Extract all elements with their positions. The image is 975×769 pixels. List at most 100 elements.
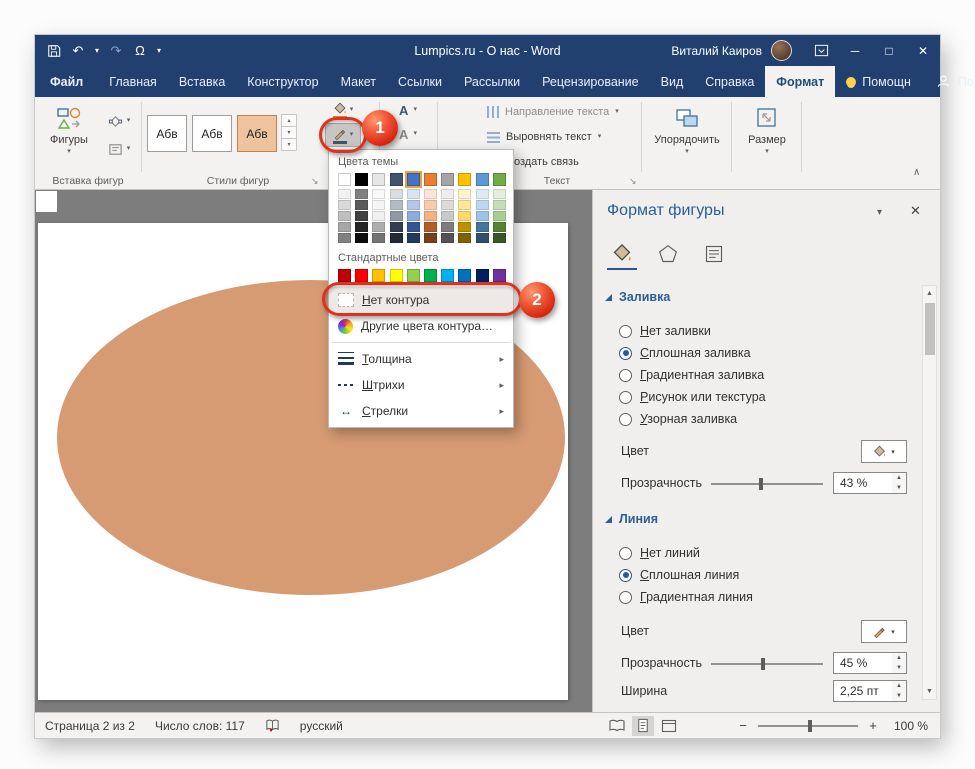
zoom-slider[interactable]: [758, 719, 858, 732]
shade-swatch[interactable]: [338, 222, 351, 232]
slider-thumb[interactable]: [761, 658, 766, 670]
scroll-up-icon[interactable]: ▲: [923, 286, 936, 301]
line-option[interactable]: Нет линий: [619, 542, 753, 564]
shade-swatch[interactable]: [458, 211, 472, 221]
redo-icon[interactable]: ↷: [105, 39, 127, 63]
ribbon-tab[interactable]: Конструктор: [236, 66, 329, 97]
theme-color-swatch[interactable]: [406, 173, 420, 186]
line-option[interactable]: Сплошная линия: [619, 564, 753, 586]
standard-color-swatch[interactable]: [492, 269, 506, 282]
word-count[interactable]: Число слов: 117: [155, 719, 245, 733]
spin-up-icon[interactable]: ▲: [892, 473, 906, 483]
shade-swatch[interactable]: [355, 211, 369, 221]
shade-swatch[interactable]: [492, 233, 506, 243]
menu-item-arrows[interactable]: ↔ Стрелки ▸: [329, 398, 513, 424]
shade-swatch[interactable]: [372, 200, 386, 210]
scroll-down-icon[interactable]: ▼: [923, 684, 936, 699]
tab-assistant[interactable]: Помощн: [835, 66, 922, 97]
shade-swatch[interactable]: [372, 211, 386, 221]
arrange-button[interactable]: Упорядочить ▾: [649, 100, 725, 174]
proofing-icon[interactable]: [265, 718, 280, 733]
panel-tab-effects[interactable]: [653, 238, 683, 270]
shade-swatch[interactable]: [475, 211, 489, 221]
panel-close-icon[interactable]: ✕: [910, 203, 921, 219]
theme-color-swatch[interactable]: [389, 173, 403, 186]
shade-swatch[interactable]: [406, 200, 420, 210]
shade-swatch[interactable]: [338, 233, 351, 243]
shade-swatch[interactable]: [338, 211, 351, 221]
line-transparency-spinner[interactable]: ▲ ▼: [892, 652, 907, 674]
shade-swatch[interactable]: [458, 189, 472, 199]
line-transparency-slider[interactable]: [711, 658, 823, 670]
omega-symbol-icon[interactable]: Ω: [129, 39, 151, 63]
ribbon-tab[interactable]: Вставка: [168, 66, 236, 97]
line-transparency-input[interactable]: 45 %: [833, 652, 893, 674]
shade-swatch[interactable]: [458, 233, 472, 243]
collapse-ribbon-icon[interactable]: ∧: [913, 167, 920, 178]
user-avatar[interactable]: [771, 40, 792, 61]
shade-swatch[interactable]: [475, 189, 489, 199]
shade-swatch[interactable]: [406, 211, 420, 221]
size-button[interactable]: Размер ▾: [739, 100, 795, 174]
ribbon-tab[interactable]: Макет: [330, 66, 387, 97]
shade-swatch[interactable]: [406, 233, 420, 243]
scrollbar-thumb[interactable]: [924, 303, 935, 355]
standard-color-swatch[interactable]: [441, 269, 455, 282]
text-box-button[interactable]: ▾: [99, 137, 139, 161]
read-mode-icon[interactable]: [606, 716, 628, 736]
shade-swatch[interactable]: [406, 189, 420, 199]
undo-icon[interactable]: ↶: [67, 39, 89, 63]
text-group-item[interactable]: Выровнять текст ▾: [487, 127, 647, 147]
shapes-button[interactable]: Фигуры ▾: [41, 100, 97, 174]
panel-tab-layout[interactable]: [699, 238, 729, 270]
dialog-launcher-icon[interactable]: ↘: [629, 176, 637, 187]
line-option[interactable]: Градиентная линия: [619, 586, 753, 608]
shade-swatch[interactable]: [441, 233, 455, 243]
standard-color-swatch[interactable]: [475, 269, 489, 282]
fill-option[interactable]: Сплошная заливка: [619, 342, 766, 364]
print-layout-icon[interactable]: [632, 715, 654, 736]
shape-style-preview[interactable]: Абв: [147, 115, 187, 152]
language-indicator[interactable]: русский: [300, 719, 343, 733]
shade-swatch[interactable]: [423, 211, 437, 221]
shade-swatch[interactable]: [372, 222, 386, 232]
panel-tab-fill-line[interactable]: [607, 238, 637, 270]
shade-swatch[interactable]: [475, 233, 489, 243]
fill-color-button[interactable]: ▾: [861, 440, 907, 463]
shade-swatch[interactable]: [389, 233, 403, 243]
close-button[interactable]: ✕: [906, 35, 940, 66]
line-color-button[interactable]: ▾: [861, 620, 907, 643]
shade-swatch[interactable]: [389, 200, 403, 210]
menu-item-dashes[interactable]: Штрихи ▸: [329, 372, 513, 398]
zoom-in-icon[interactable]: +: [867, 718, 879, 733]
undo-caret-icon[interactable]: ▾: [91, 39, 103, 63]
fill-option[interactable]: Рисунок или текстура: [619, 386, 766, 408]
theme-color-swatch[interactable]: [372, 173, 386, 186]
shade-swatch[interactable]: [441, 189, 455, 199]
theme-color-swatch[interactable]: [423, 173, 437, 186]
theme-color-swatch[interactable]: [458, 173, 472, 186]
theme-color-swatch[interactable]: [338, 173, 351, 186]
zoom-out-icon[interactable]: −: [737, 718, 749, 733]
shade-swatch[interactable]: [355, 189, 369, 199]
shade-swatch[interactable]: [372, 189, 386, 199]
ribbon-tab[interactable]: Главная: [98, 66, 168, 97]
standard-color-swatch[interactable]: [423, 269, 437, 282]
spin-up-icon[interactable]: ▲: [892, 653, 906, 663]
tab-file[interactable]: Файл: [35, 66, 98, 97]
standard-color-swatch[interactable]: [458, 269, 472, 282]
shade-swatch[interactable]: [423, 200, 437, 210]
spin-down-icon[interactable]: ▼: [892, 483, 906, 493]
ribbon-tab[interactable]: Справка: [694, 66, 765, 97]
shade-swatch[interactable]: [458, 200, 472, 210]
theme-color-swatch[interactable]: [475, 173, 489, 186]
ribbon-tab[interactable]: Рецензирование: [531, 66, 650, 97]
shade-swatch[interactable]: [441, 211, 455, 221]
fill-transparency-spinner[interactable]: ▲ ▼: [892, 472, 907, 494]
shade-swatch[interactable]: [475, 222, 489, 232]
slider-thumb[interactable]: [759, 478, 764, 490]
shape-style-preview[interactable]: Абв: [237, 115, 277, 152]
shade-swatch[interactable]: [492, 222, 506, 232]
fill-transparency-input[interactable]: 43 %: [833, 472, 893, 494]
text-group-item[interactable]: Направление текста ▾: [487, 102, 647, 122]
